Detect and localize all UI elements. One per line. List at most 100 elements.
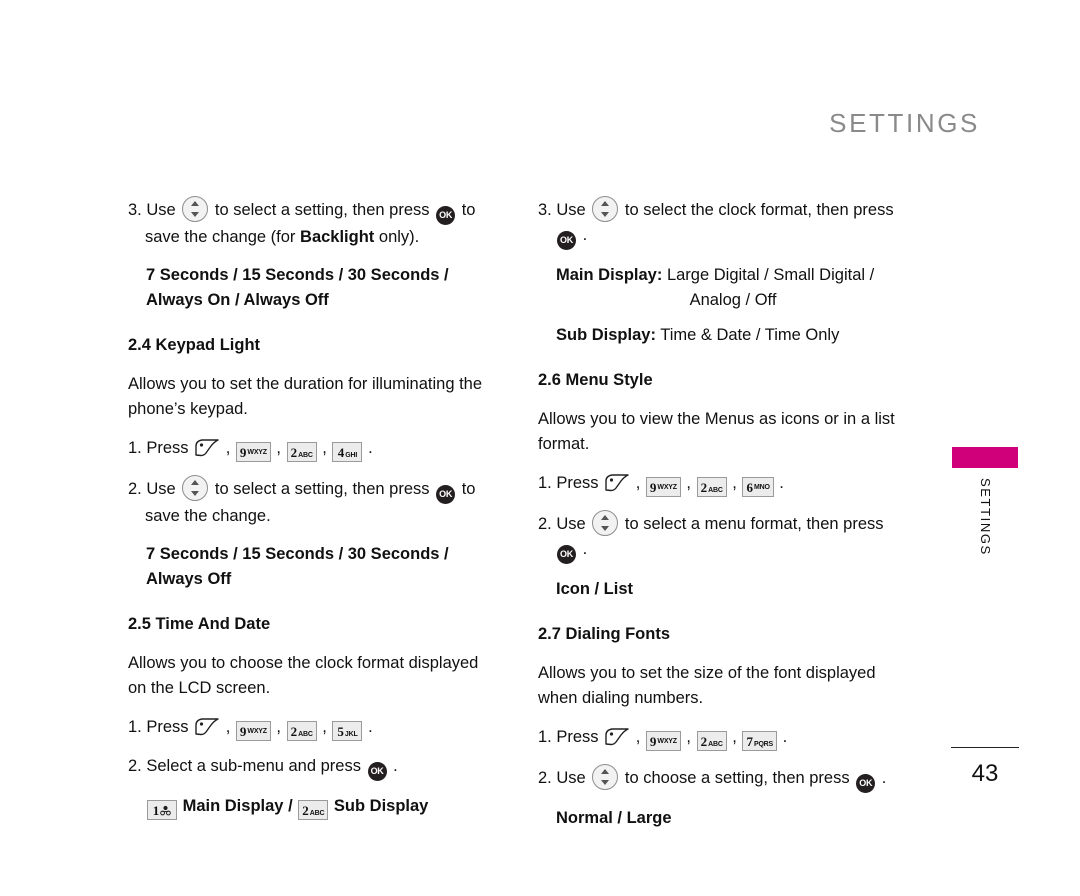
keypad-light-options: 7 Seconds / 15 Seconds / 30 Seconds / Al… bbox=[146, 542, 500, 592]
separator-comma: , bbox=[276, 439, 282, 457]
manual-page: SETTINGS SETTINGS 43 3. Use to select a … bbox=[0, 0, 1080, 896]
key-letters: WXYZ bbox=[247, 449, 267, 456]
side-tab-color-bar bbox=[952, 447, 1018, 468]
sub-display-label: Sub Display: bbox=[556, 326, 656, 344]
section-2-7-description: Allows you to set the size of the font d… bbox=[538, 664, 876, 707]
right-column: 3. Use to select the clock format, then … bbox=[538, 196, 910, 847]
step-menustyle-1: 1. Press , 9WXYZ , 2ABC , 6MNO . bbox=[538, 471, 910, 497]
main-display-value-cont: Analog / Off bbox=[689, 291, 777, 309]
keypad-7-pqrs-key-icon: 7PQRS bbox=[742, 731, 778, 751]
key-number: 6 bbox=[746, 480, 753, 495]
key-letters: JKL bbox=[344, 731, 358, 738]
keypad-6-mno-key-icon: 6MNO bbox=[742, 477, 774, 497]
step-text: 2. Select a sub-menu and press bbox=[128, 757, 361, 775]
step-keypad-2: 2. Use to select a setting, then press O… bbox=[128, 475, 500, 529]
ok-key-icon: OK bbox=[856, 774, 876, 793]
key-number: 9 bbox=[649, 480, 657, 495]
step-text: to bbox=[461, 480, 476, 498]
key-letters: WXYZ bbox=[247, 728, 267, 735]
key-number: 2 bbox=[290, 445, 298, 460]
step-dialingfonts-2: 2. Use to choose a setting, then press O… bbox=[538, 764, 910, 793]
timedate-submenu-row: 1 Main Display / 2ABC Sub Display bbox=[146, 794, 500, 820]
step-text: to bbox=[461, 201, 476, 219]
option-line: 7 Seconds / 15 Seconds / 30 Seconds / bbox=[146, 545, 449, 563]
key-number: 4 bbox=[337, 445, 345, 460]
section-heading-2-7: 2.7 Dialing Fonts bbox=[538, 625, 671, 643]
step-text: 3. Use bbox=[538, 201, 586, 219]
step-text: 3. Use bbox=[128, 201, 176, 219]
key-number: 5 bbox=[337, 724, 344, 739]
keypad-2-abc-key-icon: 2ABC bbox=[696, 477, 727, 497]
end-period: . bbox=[582, 540, 588, 558]
smart-send-key-icon bbox=[604, 727, 630, 746]
separator-comma: , bbox=[635, 728, 641, 746]
section-side-tab: SETTINGS bbox=[952, 447, 1018, 578]
separator-comma: , bbox=[225, 718, 231, 736]
page-title: SETTINGS bbox=[829, 108, 980, 138]
step-text: 1. Press bbox=[128, 439, 189, 457]
step-dialingfonts-1: 1. Press , 9WXYZ , 2ABC , 7PQRS . bbox=[538, 725, 910, 751]
step-text: to select the clock format, then press bbox=[624, 201, 894, 219]
page-number: 43 bbox=[971, 760, 999, 787]
step-text: to select a setting, then press bbox=[214, 480, 430, 498]
step-text: to select a menu format, then press bbox=[624, 515, 884, 533]
keypad-1-voicemail-key-icon: 1 bbox=[147, 800, 177, 820]
keypad-5-jkl-key-icon: 5JKL bbox=[332, 721, 363, 741]
key-letters: ABC bbox=[708, 487, 723, 494]
section-2-5-description: Allows you to choose the clock format di… bbox=[128, 654, 479, 697]
step-text: only). bbox=[378, 228, 420, 246]
ok-key-icon: OK bbox=[557, 231, 576, 250]
menu-style-options: Icon / List bbox=[556, 577, 910, 602]
up-down-navigation-key-icon bbox=[592, 196, 619, 222]
main-display-options: Main Display: Large Digital / Small Digi… bbox=[556, 263, 910, 313]
separator-comma: , bbox=[686, 474, 692, 492]
up-down-navigation-key-icon bbox=[592, 510, 619, 536]
keypad-4-ghi-key-icon: 4GHI bbox=[332, 442, 363, 462]
keypad-9-wxyz-key-icon: 9WXYZ bbox=[645, 477, 681, 497]
up-down-navigation-key-icon bbox=[182, 196, 209, 222]
section-2-6-description: Allows you to view the Menus as icons or… bbox=[538, 410, 895, 453]
smart-send-key-icon bbox=[604, 473, 630, 492]
option-line: Icon / List bbox=[556, 580, 634, 598]
key-number: 1 bbox=[152, 803, 160, 818]
side-tab-label: SETTINGS bbox=[978, 478, 993, 556]
step-text: 1. Press bbox=[538, 728, 599, 746]
section-heading-2-6: 2.6 Menu Style bbox=[538, 371, 653, 389]
option-line: Always On / Always Off bbox=[146, 291, 329, 309]
end-period: . bbox=[582, 226, 588, 244]
step-text: to choose a setting, then press bbox=[624, 769, 850, 787]
sub-display-value: Time & Date / Time Only bbox=[660, 326, 840, 344]
left-column: 3. Use to select a setting, then press O… bbox=[128, 196, 500, 830]
end-period: . bbox=[782, 728, 788, 746]
keypad-2-abc-key-icon: 2ABC bbox=[298, 800, 329, 820]
keypad-2-abc-key-icon: 2ABC bbox=[286, 721, 317, 741]
main-display-label: Main Display: bbox=[556, 266, 663, 284]
step-emphasis: Backlight bbox=[300, 228, 375, 246]
key-letters: WXYZ bbox=[657, 738, 677, 745]
ok-key-icon: OK bbox=[557, 545, 576, 564]
main-display-label: Main Display bbox=[182, 797, 284, 815]
ok-key-icon: OK bbox=[436, 485, 456, 504]
option-line: Always Off bbox=[146, 570, 232, 588]
end-period: . bbox=[368, 718, 373, 736]
key-number: 2 bbox=[290, 724, 298, 739]
step-text: 2. Use bbox=[128, 480, 176, 498]
section-2-4-description: Allows you to set the duration for illum… bbox=[128, 375, 483, 418]
separator-comma: , bbox=[686, 728, 692, 746]
key-letters: ABC bbox=[708, 741, 723, 748]
key-letters: ABC bbox=[298, 731, 313, 738]
step-text: to select a setting, then press bbox=[214, 201, 430, 219]
key-letters: ABC bbox=[298, 452, 313, 459]
key-number: 9 bbox=[239, 724, 247, 739]
key-number: 9 bbox=[239, 445, 247, 460]
end-period: . bbox=[779, 474, 784, 492]
step-text: 2. Use bbox=[538, 769, 586, 787]
dialing-fonts-options: Normal / Large bbox=[556, 806, 910, 831]
step-text: save the change (for bbox=[145, 228, 296, 246]
key-number: 2 bbox=[700, 480, 708, 495]
end-period: . bbox=[881, 769, 887, 787]
up-down-navigation-key-icon bbox=[592, 764, 619, 790]
key-number: 2 bbox=[302, 803, 309, 818]
key-letters: WXYZ bbox=[657, 484, 677, 491]
step-timedate-2: 2. Select a sub-menu and press OK . bbox=[128, 754, 500, 781]
